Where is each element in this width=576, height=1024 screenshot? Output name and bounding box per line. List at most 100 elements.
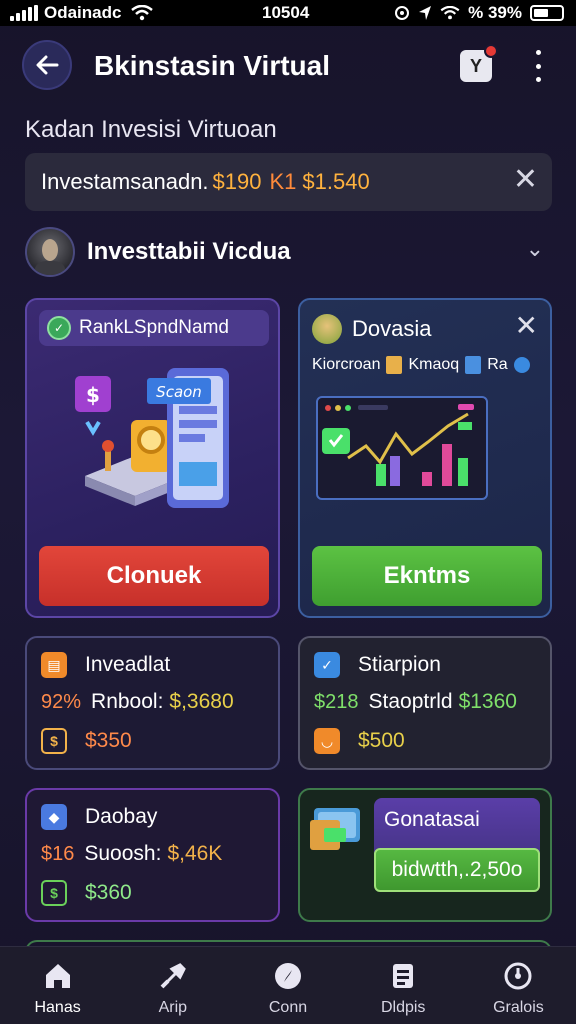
coin-icon: $ (41, 728, 67, 754)
document-icon (393, 964, 414, 988)
pill-label: RankLSpndNamd (79, 317, 229, 338)
location-icon (419, 6, 432, 20)
item-title: Daobay (85, 805, 158, 828)
folder-icon: ▤ (41, 652, 67, 678)
card-pill-header: ✓ RankLSpndNamd (39, 310, 269, 346)
compass-icon (275, 963, 301, 989)
item-label: Staoptrld (368, 690, 453, 713)
status-bar: Odainadc 10504 % 39% (0, 0, 576, 26)
investment-total: $1.540 (302, 169, 370, 194)
globe-icon (513, 357, 530, 373)
section-header[interactable]: Investtabii Vicdua ⌄ (25, 226, 552, 278)
card-title: Dovasia (352, 316, 432, 341)
investment-item-card[interactable]: ▤ Inveadlat 92% Rnbool: $,3680 $ $350 (25, 636, 280, 770)
investment-item-card[interactable]: ✓ Stiarpion $218 Staoptrld $1360 ◡ $500 (298, 636, 552, 770)
wallet-icon (310, 808, 360, 850)
promo-panel: Gonatasai bidwtth,.2,50o (374, 798, 540, 892)
notification-button[interactable]: Y (460, 44, 498, 82)
nav-item-documents[interactable]: Dldpis (346, 947, 461, 1024)
bottom-navigation: Hanas Arip Conn Dldpis Gralois (0, 946, 576, 1024)
checkbox-icon: ✓ (314, 652, 340, 678)
investment-amount: $190 (212, 169, 262, 194)
avatar (25, 227, 75, 277)
nav-item-stats[interactable]: Gralois (461, 947, 576, 1024)
section-title: Investtabii Vicdua (87, 238, 291, 265)
chart-preview (316, 396, 488, 500)
item-title: Inveadlat (85, 653, 171, 676)
page-title: Bkinstasin Virtual (94, 50, 331, 81)
primary-action-button-red[interactable]: Clonuek (39, 546, 269, 606)
close-icon[interactable]: ✕ (515, 312, 538, 340)
basket-icon: ◡ (314, 728, 340, 754)
investment-item-card[interactable]: ◆ Daobay $16 Suoosh: $,46K $ $360 (25, 788, 280, 922)
item-label: Suoosh: (84, 842, 162, 865)
carrier-name: Odainadc (44, 3, 122, 22)
nav-label: Conn (268, 999, 308, 1016)
item-value: $,3680 (169, 690, 234, 713)
notification-dot (484, 44, 498, 58)
nav-label: Dldpis (380, 999, 426, 1016)
investment-promo-card: Gonatasai bidwtth,.2,50o (298, 788, 552, 922)
box-icon (465, 356, 482, 374)
item-label: Rnbool: (91, 690, 164, 713)
close-icon[interactable]: ✕ (513, 165, 538, 195)
nav-item-compass[interactable]: Conn (230, 947, 345, 1024)
dot (535, 50, 541, 55)
tag-label: Kiorcroan (312, 356, 381, 373)
investment-separator: K1 (269, 169, 297, 194)
item-amount: $500 (358, 729, 405, 752)
profile-icon (312, 314, 342, 344)
dot (535, 63, 541, 69)
nav-item-tools[interactable]: Arip (115, 947, 230, 1024)
nav-label: Hanas (34, 999, 81, 1016)
wifi-icon (131, 5, 154, 21)
home-icon (45, 964, 70, 988)
investment-label: Investamsanadn. (41, 169, 209, 194)
tools-icon (160, 963, 186, 989)
box-icon (386, 356, 403, 374)
primary-action-button-green[interactable]: Ekntms (312, 546, 542, 606)
chart-illustration (322, 404, 474, 486)
promo-action-button[interactable]: bidwtth,.2,50o (374, 848, 540, 892)
item-percent: $218 (314, 690, 359, 713)
nav-item-home[interactable]: Hanas (0, 947, 115, 1024)
shield-icon: ✓ (47, 316, 71, 340)
status-right: % 39% (394, 3, 564, 23)
back-button[interactable] (22, 40, 72, 90)
virtual-invest-card-right: Dovasia ✕ Kiorcroan Kmaoq Ra Ekntms (298, 298, 552, 618)
signal-icon (10, 5, 38, 21)
status-time: 10504 (262, 3, 310, 22)
wifi-icon-right (440, 6, 460, 20)
nav-label: Gralois (493, 999, 544, 1016)
svg-text:$: $ (86, 383, 100, 407)
gauge-icon (504, 962, 532, 990)
shield-icon: ◆ (41, 804, 67, 830)
card-header: Dovasia ✕ (312, 312, 538, 346)
item-title: Stiarpion (358, 653, 441, 676)
item-amount: $360 (85, 881, 132, 904)
virtual-invest-card-left: ✓ RankLSpndNamd $ Scaon Clonuek (25, 298, 280, 618)
alarm-icon (395, 6, 410, 20)
item-percent: $16 (41, 842, 75, 865)
nav-label: Arip (158, 999, 188, 1016)
investment-summary-bar: Investamsanadn. $190 K1 $1.540 ✕ (25, 153, 552, 211)
item-percent: 92% (41, 690, 82, 713)
tag-label: Ra (487, 356, 508, 373)
money-icon: $ (41, 880, 67, 906)
card-tags: Kiorcroan Kmaoq Ra (312, 356, 538, 374)
item-value: $,46K (167, 842, 223, 865)
battery-icon (530, 5, 564, 21)
tag-label: Kmaoq (408, 356, 460, 373)
item-value: $1360 (458, 690, 517, 713)
arrow-left-icon (36, 55, 59, 75)
more-options-button[interactable] (528, 50, 548, 82)
illustration-label: Scaon (156, 383, 202, 401)
chevron-down-icon[interactable]: ⌄ (526, 236, 544, 262)
investment-illustration: $ Scaon (75, 368, 229, 508)
page-subtitle: Kadan Invesisi Virtuoan (25, 116, 277, 143)
item-amount: $350 (85, 729, 132, 752)
dot (535, 77, 541, 82)
battery-percent: % 39% (468, 3, 522, 22)
promo-title: Gonatasai (384, 808, 480, 831)
notification-badge-label: Y (469, 55, 482, 76)
